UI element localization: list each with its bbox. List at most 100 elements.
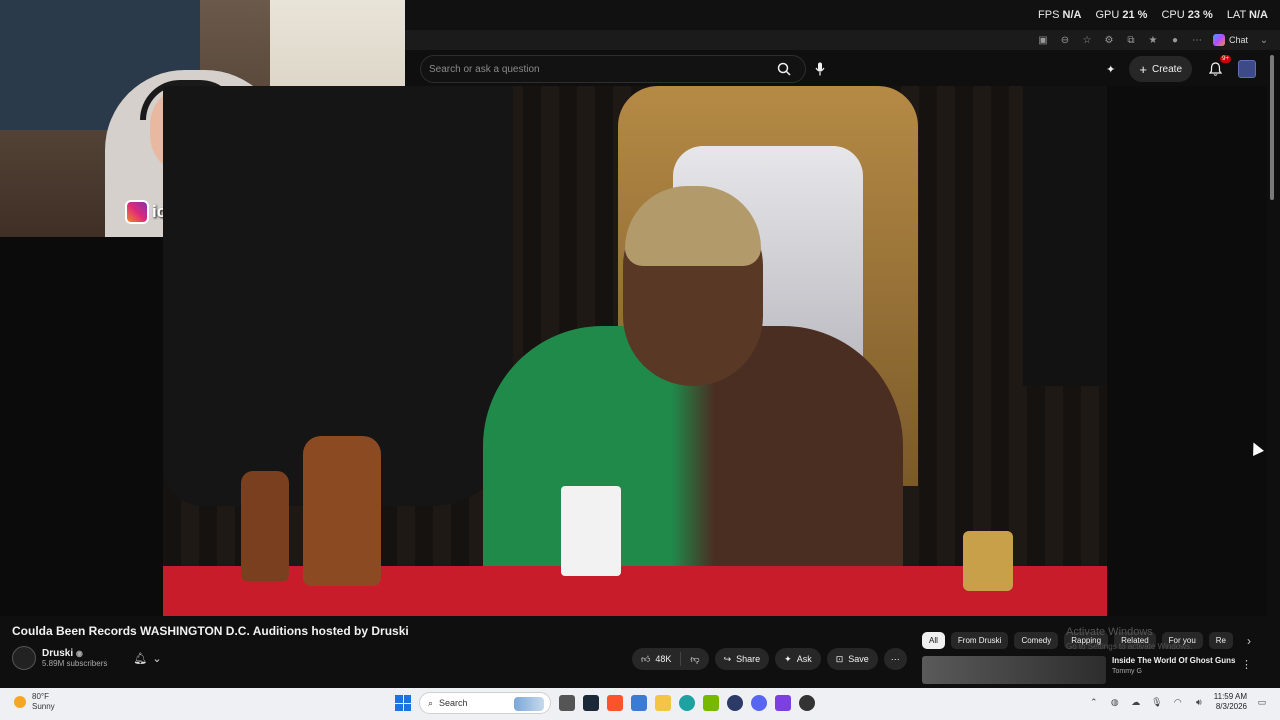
bookmark-icon: ⊡ [835, 653, 844, 664]
file-explorer-icon[interactable] [655, 695, 671, 711]
youtube-header: Search or ask a question ✦ + Create 9+ [405, 50, 1280, 86]
video-title: Coulda Been Records WASHINGTON D.C. Audi… [12, 624, 409, 638]
app-icon[interactable] [727, 695, 743, 711]
copilot-icon [1212, 34, 1225, 46]
start-button[interactable] [395, 695, 411, 711]
browser-toolbar: ▣ ⊖ ☆ ⚙ ⧉ ★ ● ⋯ Chat ⌄ [405, 30, 1280, 50]
video-actions: 👍︎ 48K 👎︎ ↪ Share ✦ Ask ⊡ Save ⋯ [632, 648, 907, 670]
video-letterbox-left [0, 237, 163, 616]
cloud-icon[interactable]: ☁ [1130, 696, 1142, 708]
chevron-up-icon[interactable]: ⌃ [1088, 696, 1100, 708]
profile-icon[interactable]: ● [1169, 34, 1181, 46]
ask-button[interactable]: ✦ Ask [775, 648, 821, 670]
sun-icon [14, 696, 26, 708]
scrollbar-thumb[interactable] [1270, 55, 1274, 200]
nvidia-icon[interactable] [703, 695, 719, 711]
weather-text: 80°F Sunny [32, 692, 55, 712]
recording-app-icon[interactable] [799, 695, 815, 711]
account-avatar[interactable] [1238, 60, 1256, 78]
microphone-icon[interactable]: 🎙︎ [1151, 696, 1163, 708]
more-menu-icon[interactable]: ⋯ [1191, 34, 1203, 46]
search-button[interactable] [771, 56, 797, 82]
volume-icon[interactable]: 🔊︎ [1193, 696, 1205, 708]
premium-icon[interactable]: ✦ [1106, 63, 1115, 76]
clock[interactable]: 11:59 AM 8/3/2026 [1214, 692, 1247, 712]
extensions-icon[interactable]: ⚙ [1103, 34, 1115, 46]
recommended-title[interactable]: Inside The World Of Ghost Guns [1112, 656, 1235, 665]
microphone-trophy [963, 531, 1013, 591]
chip-truncated[interactable]: Re [1208, 632, 1233, 649]
chip-all[interactable]: All [922, 632, 945, 649]
bell-icon [1208, 62, 1222, 76]
notifications-badge: 9+ [1220, 55, 1231, 63]
video-player[interactable] [163, 86, 1107, 616]
chip-from-druski[interactable]: From Druski [950, 632, 1009, 649]
channel-info: Druski ◉ 5.89M subscribers [42, 648, 107, 668]
edge-icon[interactable] [679, 695, 695, 711]
video-figure-right [1023, 86, 1107, 386]
zoom-icon[interactable]: ⊖ [1059, 34, 1071, 46]
split-screen-icon[interactable]: ▣ [1037, 34, 1049, 46]
search-icon [777, 62, 791, 76]
brave-icon[interactable] [607, 695, 623, 711]
verified-icon: ◉ [75, 649, 83, 658]
taskbar-search[interactable]: ⌕ Search [419, 692, 551, 714]
share-button[interactable]: ↪ Share [714, 648, 770, 670]
grid-app-icon[interactable] [775, 695, 791, 711]
collections-icon[interactable]: ⧉ [1125, 34, 1137, 46]
like-button[interactable]: 👍︎ 48K [632, 648, 680, 670]
thumbs-up-icon: 👍︎ [641, 653, 651, 664]
fps-stat: FPS N/A [1038, 9, 1082, 21]
store-icon[interactable] [631, 695, 647, 711]
notifications-button[interactable]: 9+ [1206, 55, 1231, 78]
discord-icon[interactable] [751, 695, 767, 711]
video-letterbox-right [1107, 86, 1267, 616]
save-button[interactable]: ⊡ Save [826, 648, 878, 670]
more-vertical-icon[interactable]: ⋮ [1241, 658, 1252, 671]
search-highlight-icon [514, 697, 544, 711]
windows-taskbar: 80°F Sunny ⌕ Search ⌃ ◍ ☁ 🎙︎ ◠ 🔊︎ 11:59 … [0, 688, 1280, 720]
search-icon: ⌕ [428, 697, 434, 708]
thumbs-down-icon: 👎︎ [690, 653, 700, 664]
create-button[interactable]: + Create [1129, 56, 1192, 82]
temperature: 80°F [32, 692, 49, 701]
steam-tray-icon[interactable]: ◍ [1109, 696, 1121, 708]
chevron-down-icon[interactable]: ⌄ [1258, 34, 1270, 46]
sparkle-icon: ✦ [784, 653, 792, 664]
chip-comedy[interactable]: Comedy [1014, 632, 1059, 649]
voice-search-button[interactable] [807, 56, 833, 82]
share-icon: ↪ [723, 653, 732, 664]
favorite-star-icon[interactable]: ☆ [1081, 34, 1093, 46]
more-actions-button[interactable]: ⋯ [883, 648, 907, 670]
bottle-small [241, 471, 289, 581]
favorites-icon[interactable]: ★ [1147, 34, 1159, 46]
recommended-video[interactable]: Inside The World Of Ghost Guns Tommy G ⋮ [922, 656, 1262, 686]
channel-name[interactable]: Druski ◉ [42, 648, 107, 659]
subscription-bell-button[interactable]: 🔔︎ ⌄ [133, 652, 161, 665]
copilot-chat-button[interactable]: Chat [1212, 34, 1248, 46]
notification-center-icon[interactable]: ▭ [1256, 696, 1268, 708]
share-label: Share [736, 654, 761, 664]
lat-stat: LAT N/A [1226, 9, 1268, 21]
activate-windows-title: Activate Windows [1066, 626, 1153, 638]
gpu-stat: GPU 21 % [1095, 9, 1148, 21]
save-label: Save [848, 654, 869, 664]
weather-condition: Sunny [32, 702, 55, 711]
weather-widget[interactable]: 80°F Sunny [14, 692, 55, 712]
ask-label: Ask [796, 654, 812, 664]
page-scrollbar[interactable] [1268, 55, 1276, 685]
recommended-info: Inside The World Of Ghost Guns Tommy G [1112, 656, 1235, 686]
recommended-thumbnail[interactable] [922, 656, 1106, 684]
chevron-right-icon[interactable]: › [1247, 634, 1251, 648]
clock-time: 11:59 AM [1213, 692, 1247, 701]
wifi-icon[interactable]: ◠ [1172, 696, 1184, 708]
screen: FPS N/A GPU 21 % CPU 23 % LAT N/A ▣ ⊖ ☆ … [0, 0, 1280, 720]
clock-date: 8/3/2026 [1215, 702, 1247, 711]
dislike-button[interactable]: 👎︎ [681, 648, 708, 670]
instagram-icon [125, 200, 149, 224]
search-input[interactable]: Search or ask a question [420, 55, 806, 83]
cpu-stat: CPU 23 % [1161, 9, 1213, 21]
steam-icon[interactable] [583, 695, 599, 711]
channel-avatar[interactable] [12, 646, 36, 670]
task-view-icon[interactable] [559, 695, 575, 711]
